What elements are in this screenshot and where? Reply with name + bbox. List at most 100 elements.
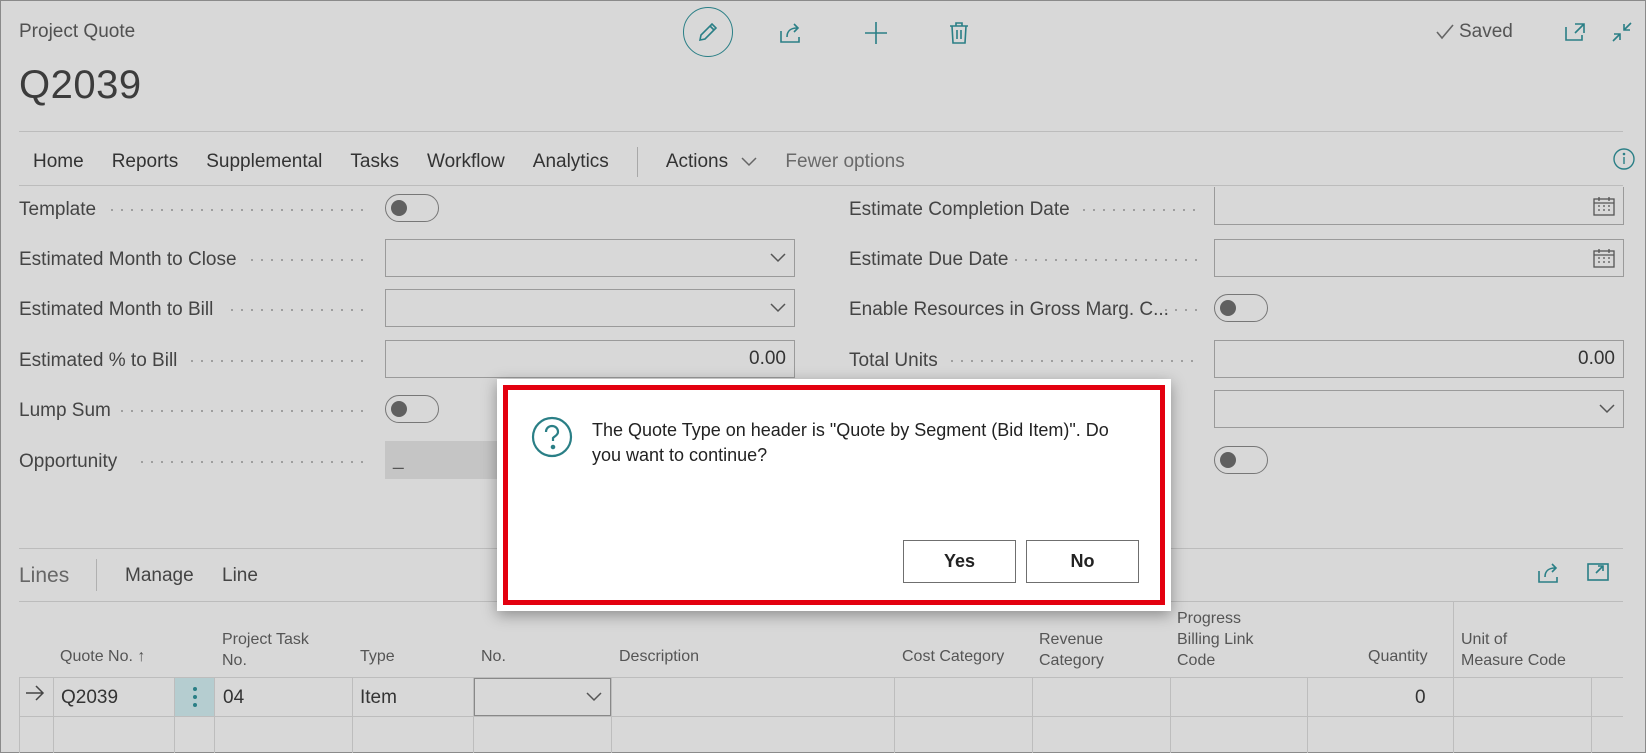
col-project-task-no[interactable]: Project Task No.	[222, 629, 309, 671]
page-title: Q2039	[19, 63, 142, 107]
est-month-bill-label: Estimated Month to Bill	[19, 299, 214, 320]
header-divider	[19, 131, 1623, 132]
no-button[interactable]: No	[1026, 540, 1139, 583]
collapse-icon	[1612, 22, 1632, 42]
trash-icon	[950, 22, 968, 44]
col-progress-billing-link-code[interactable]: Progress Billing Link Code	[1177, 608, 1253, 671]
calendar-icon	[1593, 249, 1615, 268]
nav-actions-label: Actions	[665, 151, 729, 172]
col-project-task-no-line2: No.	[222, 652, 247, 669]
lump-sum-label: Lump Sum	[19, 400, 111, 421]
col-quote-no[interactable]: Quote No. ↑	[60, 646, 145, 667]
lines-separator	[96, 559, 97, 591]
row-menu-button[interactable]	[175, 678, 214, 716]
row-type[interactable]: Item	[360, 687, 397, 709]
col-divider	[611, 677, 612, 753]
template-label: Template	[19, 199, 97, 220]
nav-analytics[interactable]: Analytics	[519, 151, 623, 173]
yes-button[interactable]: Yes	[903, 540, 1016, 583]
more-vertical-icon	[192, 687, 197, 707]
open-in-new-icon	[1565, 23, 1585, 41]
nav-supplemental[interactable]: Supplemental	[192, 151, 336, 173]
nav-divider	[19, 185, 1623, 186]
est-due-date-input[interactable]	[1214, 239, 1624, 277]
est-month-close-select[interactable]	[385, 239, 795, 277]
arrow-right-icon	[26, 685, 45, 701]
total-units-input[interactable]: 0.00	[1214, 340, 1624, 378]
lines-tab-manage[interactable]: Manage	[125, 565, 194, 587]
lump-sum-toggle[interactable]	[385, 395, 439, 423]
share-button[interactable]	[771, 13, 811, 53]
edit-button[interactable]	[683, 7, 733, 57]
lines-expand-button[interactable]	[1586, 561, 1616, 591]
col-revenue-category-line2: Category	[1039, 652, 1104, 669]
col-divider	[1591, 677, 1592, 753]
open-new-window-button[interactable]	[1560, 17, 1590, 47]
right-toggle[interactable]	[1214, 446, 1268, 474]
confirm-dialog: The Quote Type on header is "Quote by Se…	[497, 379, 1171, 611]
col-divider	[19, 677, 20, 753]
nav-reports[interactable]: Reports	[98, 151, 193, 173]
nav-fewer-options[interactable]: Fewer options	[771, 151, 918, 173]
share-icon	[780, 23, 800, 43]
dot-leader	[107, 209, 369, 211]
saved-label: Saved	[1459, 21, 1513, 42]
chevron-down-icon	[1599, 404, 1615, 414]
col-progress-line2: Billing Link	[1177, 631, 1254, 648]
col-revenue-category[interactable]: Revenue Category	[1039, 629, 1104, 671]
chevron-down-icon	[770, 303, 786, 313]
row-divider	[19, 716, 1623, 717]
delete-button[interactable]	[939, 13, 979, 53]
col-uom-line1: Unit of	[1461, 631, 1508, 648]
col-no[interactable]: No.	[481, 646, 506, 667]
col-uom-line2: Measure Code	[1461, 652, 1566, 669]
col-divider	[352, 677, 353, 753]
col-divider	[894, 677, 895, 753]
row-divider	[19, 677, 1623, 678]
lines-share-button[interactable]	[1536, 561, 1566, 591]
est-pct-bill-input[interactable]: 0.00	[385, 340, 795, 378]
lines-tab-line[interactable]: Line	[222, 565, 258, 587]
est-completion-date-label: Estimate Completion Date	[849, 199, 1070, 220]
enable-resources-label: Enable Resources in Gross Marg. C...	[849, 299, 1169, 320]
col-divider	[53, 677, 54, 753]
col-cost-category[interactable]: Cost Category	[902, 646, 1004, 667]
right-select-field[interactable]	[1214, 390, 1624, 428]
col-type[interactable]: Type	[360, 646, 395, 667]
enable-resources-toggle[interactable]	[1214, 294, 1268, 322]
col-quantity[interactable]: Quantity	[1368, 646, 1428, 667]
row-selector-arrow[interactable]	[25, 685, 45, 707]
nav-actions[interactable]: Actions	[652, 151, 772, 173]
question-icon	[530, 415, 574, 459]
collapse-button[interactable]	[1607, 17, 1637, 47]
row-quantity[interactable]: 0	[1415, 687, 1426, 709]
col-progress-line1: Progress	[1177, 610, 1242, 627]
pencil-icon	[698, 22, 718, 42]
nav-home[interactable]: Home	[19, 151, 98, 173]
est-month-close-label: Estimated Month to Close	[19, 249, 237, 270]
est-month-bill-select[interactable]	[385, 289, 795, 327]
dialog-highlight-border: The Quote Type on header is "Quote by Se…	[503, 385, 1165, 605]
col-divider	[1032, 677, 1033, 753]
row-no-select[interactable]	[474, 678, 611, 716]
dot-leader	[947, 360, 1199, 362]
new-button[interactable]	[856, 13, 896, 53]
dot-leader	[1079, 209, 1199, 211]
calendar-icon	[1593, 196, 1615, 216]
dot-leader	[137, 461, 369, 463]
info-button[interactable]	[1612, 147, 1636, 171]
template-toggle[interactable]	[385, 194, 439, 222]
est-completion-date-input[interactable]	[1214, 187, 1624, 225]
col-project-task-no-line1: Project Task	[222, 631, 309, 648]
action-bar: Home Reports Supplemental Tasks Workflow…	[19, 147, 919, 177]
chevron-down-icon	[770, 253, 786, 263]
row-project-task-no[interactable]: 04	[223, 687, 244, 709]
total-units-label: Total Units	[849, 350, 938, 371]
col-description[interactable]: Description	[619, 646, 699, 667]
col-unit-of-measure-code[interactable]: Unit of Measure Code	[1461, 629, 1566, 671]
share-icon	[1538, 563, 1558, 583]
nav-tasks[interactable]: Tasks	[336, 151, 413, 173]
row-quote-no[interactable]: Q2039	[61, 687, 118, 709]
nav-workflow[interactable]: Workflow	[413, 151, 519, 173]
col-divider	[1170, 677, 1171, 753]
